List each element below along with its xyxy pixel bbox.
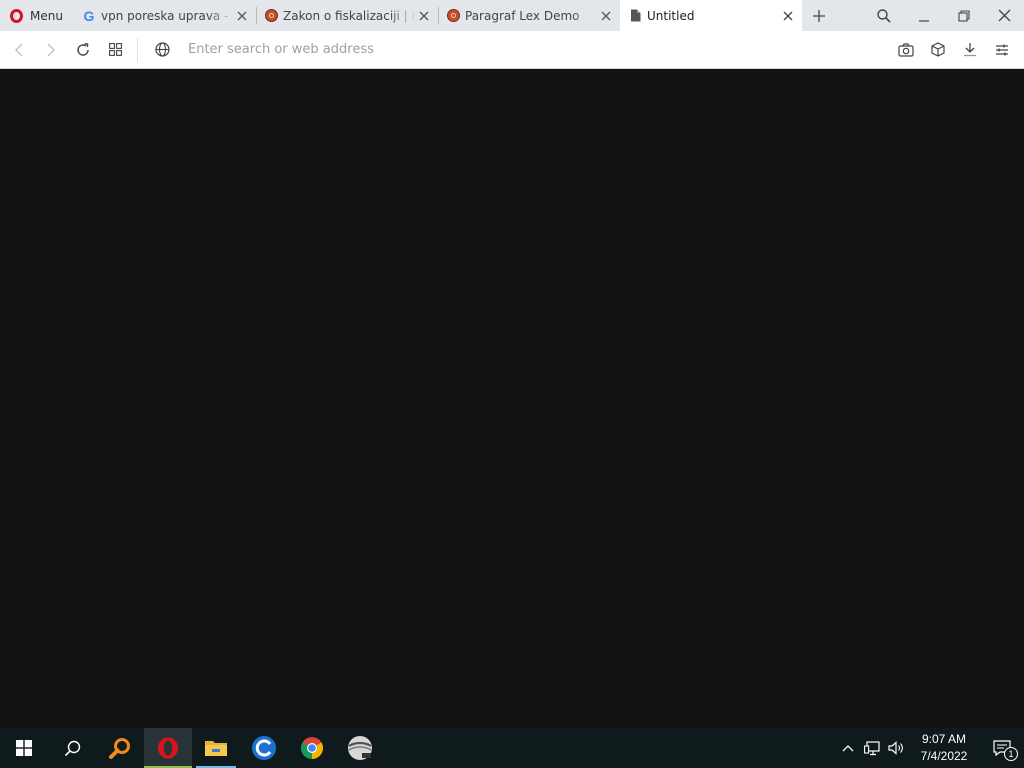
volume-button[interactable] <box>884 728 908 768</box>
network-button[interactable] <box>860 728 884 768</box>
camera-icon <box>898 42 914 57</box>
action-center-button[interactable]: 1 <box>980 728 1024 768</box>
back-button[interactable] <box>3 34 35 66</box>
google-icon: G <box>83 7 95 24</box>
taskbar-chrome[interactable] <box>288 728 336 768</box>
system-tray: 9:07 AM 7/4/2022 1 <box>384 728 1024 768</box>
restore-icon <box>958 9 970 22</box>
grid-icon <box>108 43 122 56</box>
page-content[interactable] <box>0 69 1024 728</box>
tab-strip-spacer <box>836 0 864 31</box>
restore-button[interactable] <box>944 0 984 31</box>
close-tab-icon[interactable] <box>416 8 432 24</box>
easy-setup-button[interactable] <box>986 34 1018 66</box>
chevron-left-icon <box>14 42 23 57</box>
toolbar-separator <box>137 37 138 62</box>
windows-taskbar: 9:07 AM 7/4/2022 1 <box>0 728 1024 768</box>
taskbar-search-everything[interactable] <box>96 728 144 768</box>
paragraf-icon <box>446 9 460 23</box>
forward-button[interactable] <box>35 34 67 66</box>
close-icon <box>998 9 1010 22</box>
tab-title: Zakon o fiskalizaciji | Repub <box>283 8 416 23</box>
downloads-button[interactable] <box>954 34 986 66</box>
close-window-button[interactable] <box>984 0 1024 31</box>
tab-title: Paragraf Lex Demo <box>465 8 580 23</box>
paragraf-icon <box>264 9 278 23</box>
speaker-icon <box>887 741 903 755</box>
new-tab-button[interactable] <box>802 0 836 31</box>
plus-icon <box>813 9 825 22</box>
chevron-right-icon <box>47 42 56 57</box>
site-info-button[interactable] <box>146 34 178 66</box>
menu-label: Menu <box>30 8 63 23</box>
opera-icon <box>158 737 178 759</box>
tab-paragraf-lex-demo[interactable]: Paragraf Lex Demo <box>438 0 620 31</box>
clock-time: 9:07 AM <box>921 732 967 746</box>
reload-icon <box>77 42 89 56</box>
opera-logo-icon <box>10 8 23 23</box>
tab-strip: Menu G vpn poreska uprava - Google Searc… <box>0 0 1024 31</box>
taskbar-disc-app[interactable] <box>336 728 384 768</box>
network-icon <box>864 740 880 755</box>
tab-search-button[interactable] <box>864 0 904 31</box>
tab-untitled[interactable]: Untitled <box>620 0 802 31</box>
close-tab-icon[interactable] <box>234 8 250 24</box>
opera-menu-button[interactable]: Menu <box>0 0 74 31</box>
search-icon <box>64 740 80 756</box>
extensions-button[interactable] <box>922 34 954 66</box>
address-input[interactable] <box>178 34 890 65</box>
folder-icon <box>205 741 227 756</box>
settings-sliders-icon <box>996 44 1008 55</box>
taskbar-edge-app[interactable] <box>240 728 288 768</box>
start-button[interactable] <box>0 728 48 768</box>
clock-date: 7/4/2022 <box>920 749 968 763</box>
search-icon <box>877 8 891 23</box>
minimize-button[interactable] <box>904 0 944 31</box>
tab-zakon-o-fiskalizaciji[interactable]: Zakon o fiskalizaciji | Repub <box>256 0 438 31</box>
taskbar-search-button[interactable] <box>48 728 96 768</box>
tab-google-search[interactable]: G vpn poreska uprava - Google Search <box>74 0 256 31</box>
notification-count-badge: 1 <box>1004 747 1018 761</box>
chrome-icon <box>301 737 323 759</box>
address-toolbar <box>0 31 1024 69</box>
windows-logo-icon <box>16 740 32 756</box>
close-tab-icon[interactable] <box>598 8 614 24</box>
disc-app-icon <box>348 736 372 760</box>
show-hidden-icons-button[interactable] <box>836 728 860 768</box>
browser-app-icon <box>252 736 276 760</box>
speed-dial-button[interactable] <box>99 34 131 66</box>
taskbar-file-explorer[interactable] <box>192 728 240 768</box>
tab-title: vpn poreska uprava - Google Search <box>101 8 234 23</box>
reload-button[interactable] <box>67 34 99 66</box>
snapshot-button[interactable] <box>890 34 922 66</box>
taskbar-opera[interactable] <box>144 728 192 768</box>
globe-icon <box>154 42 170 57</box>
close-tab-icon[interactable] <box>780 8 796 24</box>
minimize-icon <box>919 19 929 22</box>
taskbar-clock[interactable]: 9:07 AM 7/4/2022 <box>908 728 980 768</box>
magnifier-app-icon <box>109 738 130 759</box>
document-icon <box>628 9 642 23</box>
cube-icon <box>931 42 945 57</box>
chevron-up-icon <box>842 745 854 752</box>
download-icon <box>964 43 976 57</box>
tab-title: Untitled <box>647 8 695 23</box>
